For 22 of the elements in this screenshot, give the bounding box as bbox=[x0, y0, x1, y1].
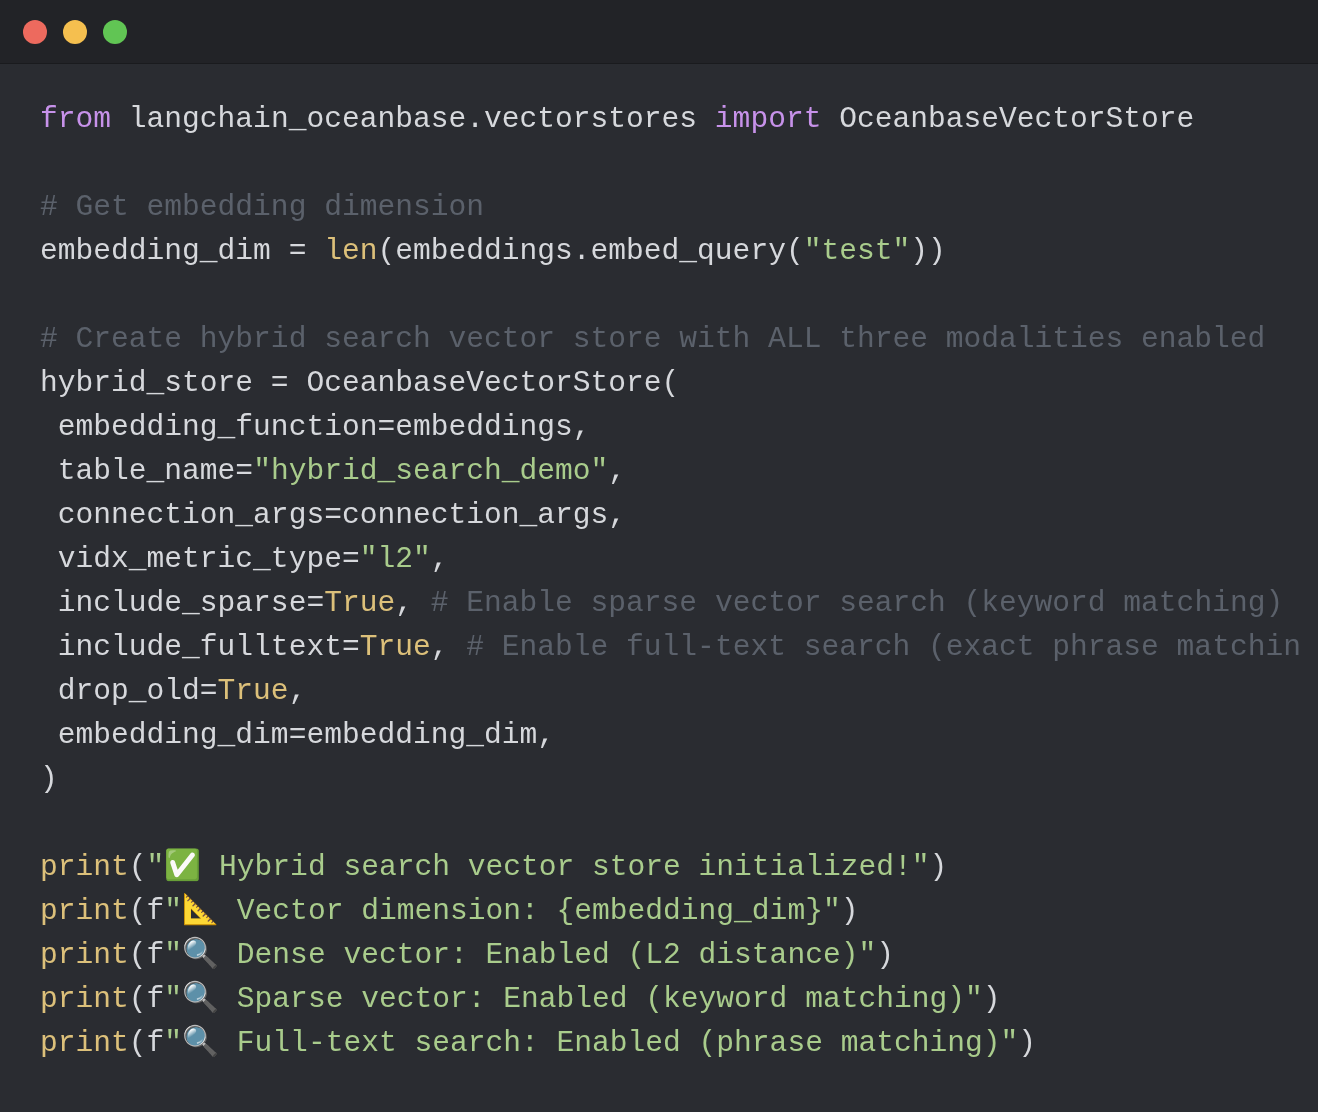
code-line: connection_args=connection_args, bbox=[56, 497, 627, 534]
code-line: hybrid_store = OceanbaseVectorStore( bbox=[40, 365, 680, 402]
code-line: include_fulltext=True, # Enable full-text search (exact phrase matchin bbox=[56, 629, 1301, 666]
code-line: embedding_dim = len(embeddings.embed_query("test")) bbox=[40, 233, 946, 270]
window-control[interactable] bbox=[63, 19, 87, 44]
code-line: ) bbox=[40, 761, 58, 798]
code-line: vidx_metric_type="l2", bbox=[56, 541, 449, 578]
window-control[interactable] bbox=[23, 19, 47, 44]
code-line: print(f"🔍 Sparse vector: Enabled (keyword matching)") bbox=[40, 980, 1001, 1018]
code-line: print(f"📐 Vector dimension: {embedding_dim}") bbox=[40, 892, 859, 930]
code-line: table_name="hybrid_search_demo", bbox=[56, 453, 627, 490]
code-line: include_sparse=True, # Enable sparse vector search (keyword matching) bbox=[56, 585, 1284, 622]
code-line: print(f"🔍 Dense vector: Enabled (L2 distance)") bbox=[40, 936, 894, 974]
code-line: print(f"🔍 Full-text search: Enabled (phrase matching)") bbox=[40, 1024, 1036, 1062]
code-line: embedding_function=embeddings, bbox=[56, 409, 591, 446]
window-control[interactable] bbox=[103, 19, 127, 44]
code-line: # Get embedding dimension bbox=[40, 189, 484, 226]
code-line: print("✅ Hybrid search vector store initialized!") bbox=[40, 847, 948, 886]
code-line: drop_old=True, bbox=[56, 673, 307, 710]
code-line: from langchain_oceanbase.vectorstores import OceanbaseVectorStore bbox=[40, 101, 1195, 138]
code-line: embedding_dim=embedding_dim, bbox=[56, 717, 555, 754]
code-line: # Create hybrid search vector store with ALL three modalities enabled bbox=[40, 321, 1266, 358]
